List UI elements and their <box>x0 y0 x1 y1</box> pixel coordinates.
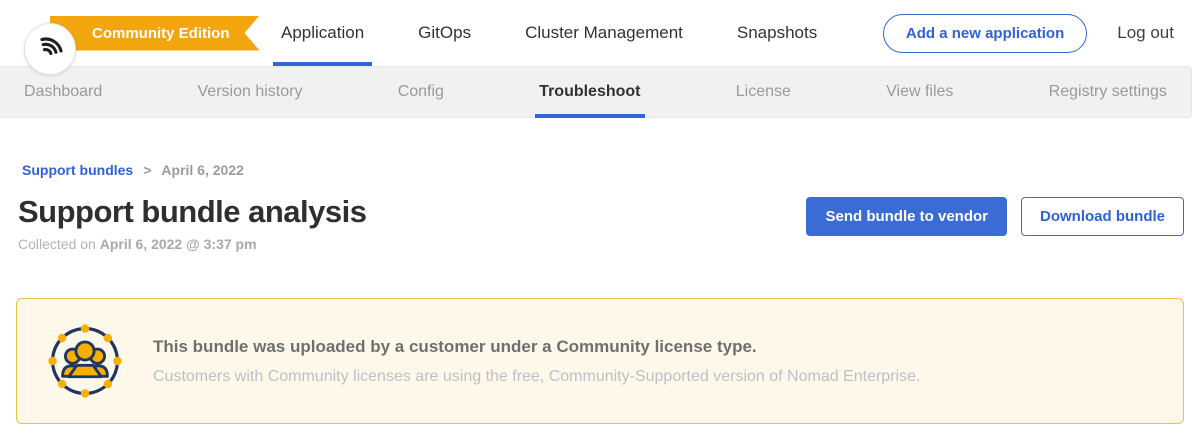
bundle-actions: Send bundle to vendor Download bundle <box>806 194 1184 236</box>
subtab-license[interactable]: License <box>734 67 793 117</box>
alert-text: This bundle was uploaded by a customer u… <box>153 337 920 386</box>
breadcrumb-current: April 6, 2022 <box>161 162 244 178</box>
add-new-application-button[interactable]: Add a new application <box>883 14 1087 53</box>
header-actions: Add a new application Log out <box>883 14 1200 53</box>
tab-application[interactable]: Application <box>277 0 368 66</box>
subtab-dashboard[interactable]: Dashboard <box>22 67 104 117</box>
breadcrumb: Support bundles > April 6, 2022 <box>22 162 1184 178</box>
logout-link[interactable]: Log out <box>1117 23 1174 43</box>
subtab-registry-settings[interactable]: Registry settings <box>1047 67 1169 117</box>
page-title: Support bundle analysis <box>18 194 367 230</box>
app-sub-navigation: Dashboard Version history Config Trouble… <box>0 66 1192 118</box>
title-block: Support bundle analysis Collected on Apr… <box>16 194 367 252</box>
tab-gitops[interactable]: GitOps <box>414 0 475 66</box>
top-navigation: Application GitOps Cluster Management Sn… <box>277 0 821 66</box>
subtab-troubleshoot[interactable]: Troubleshoot <box>537 67 642 117</box>
subtab-view-files[interactable]: View files <box>884 67 955 117</box>
alert-heading: This bundle was uploaded by a customer u… <box>153 337 920 357</box>
top-header: Community Edition Application GitOps Clu… <box>0 0 1200 66</box>
breadcrumb-separator: > <box>143 162 151 178</box>
collected-on-text: Collected on April 6, 2022 @ 3:37 pm <box>18 236 367 252</box>
community-license-icon <box>43 319 127 403</box>
main-content: Support bundles > April 6, 2022 Support … <box>0 162 1200 424</box>
alert-body: Customers with Community licenses are us… <box>153 368 920 386</box>
breadcrumb-support-bundles-link[interactable]: Support bundles <box>22 162 133 178</box>
download-bundle-button[interactable]: Download bundle <box>1021 197 1184 236</box>
tab-snapshots[interactable]: Snapshots <box>733 0 821 66</box>
send-bundle-to-vendor-button[interactable]: Send bundle to vendor <box>806 197 1007 236</box>
replicated-logo[interactable] <box>24 23 76 75</box>
tab-cluster-management[interactable]: Cluster Management <box>521 0 687 66</box>
title-row: Support bundle analysis Collected on Apr… <box>16 194 1184 252</box>
collected-prefix: Collected on <box>18 236 96 252</box>
community-edition-badge: Community Edition <box>50 16 260 51</box>
collected-date: April 6, 2022 @ 3:37 pm <box>100 236 257 252</box>
subtab-config[interactable]: Config <box>396 67 446 117</box>
community-license-alert: This bundle was uploaded by a customer u… <box>16 298 1184 424</box>
subtab-version-history[interactable]: Version history <box>196 67 305 117</box>
replicated-logo-icon <box>35 31 65 66</box>
brand-area: Community Edition <box>0 16 265 51</box>
